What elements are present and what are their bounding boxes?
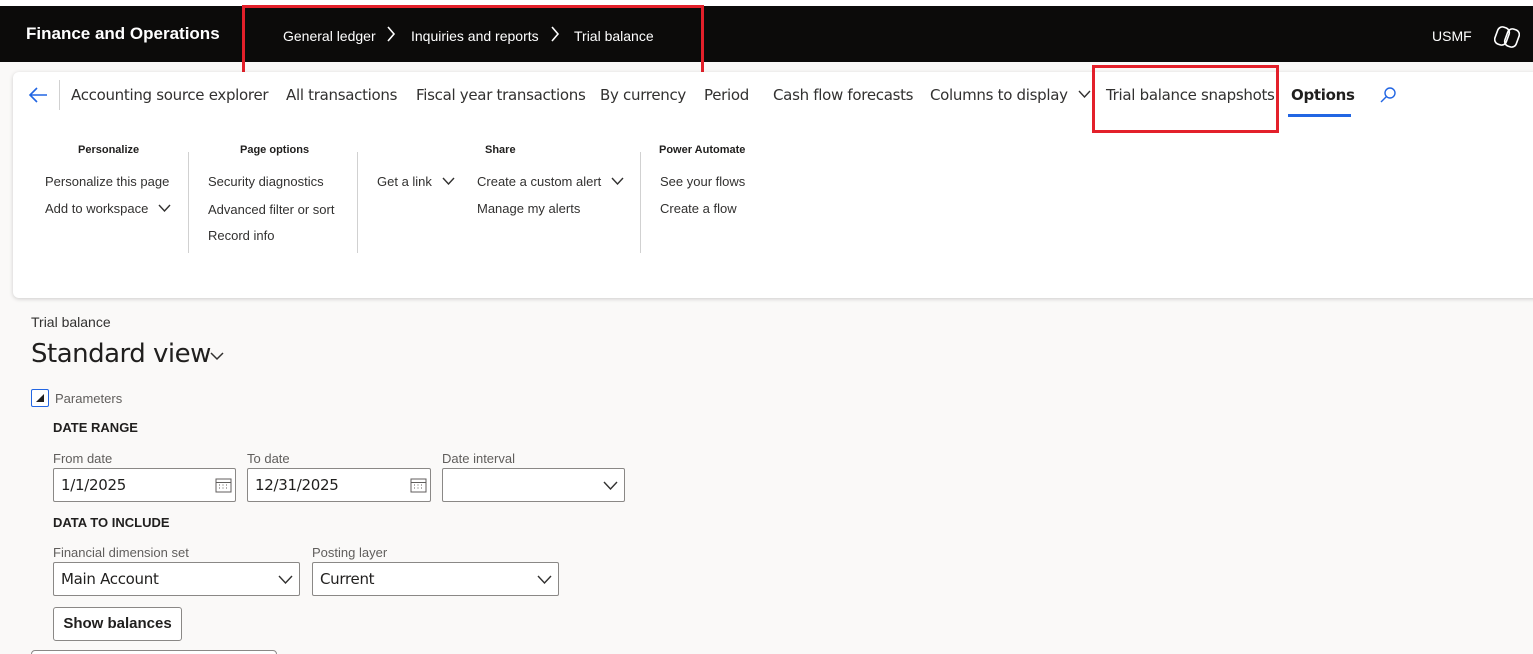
posting-layer-value: Current [320,570,375,588]
chevron-down-icon [1078,90,1091,98]
tab-columns-to-display[interactable]: Columns to display [930,86,1091,104]
active-tab-indicator [1288,114,1351,117]
manage-my-alerts[interactable]: Manage my alerts [477,201,580,216]
tab-period[interactable]: Period [704,86,749,104]
chevron-down-icon [442,177,455,186]
partial-control-edge [31,650,277,654]
action-pane: Accounting source explorer All transacti… [13,72,1533,298]
advanced-filter-or-sort[interactable]: Advanced filter or sort [208,202,334,217]
chevron-down-icon [611,177,624,186]
create-a-flow[interactable]: Create a flow [660,201,737,216]
from-date-label: From date [53,451,113,466]
from-date-field[interactable]: 1/1/2025 [53,468,236,502]
create-a-custom-alert-label: Create a custom alert [477,174,602,189]
chevron-right-icon [551,26,560,42]
group-separator [357,152,358,253]
group-separator [640,152,641,253]
company-picker[interactable]: USMF [1432,6,1472,66]
create-a-custom-alert[interactable]: Create a custom alert [477,174,624,189]
to-date-value: 12/31/2025 [255,476,339,494]
back-arrow-icon[interactable] [27,84,49,106]
tab-columns-to-display-label: Columns to display [930,86,1068,104]
group-title-share: Share [485,144,516,156]
get-a-link-label: Get a link [377,174,432,189]
tab-fiscal-year-transactions[interactable]: Fiscal year transactions [416,86,586,104]
chevron-right-icon [387,26,396,42]
date-range-title: DATE RANGE [53,420,138,435]
group-separator [188,152,189,253]
tab-trial-balance-snapshots[interactable]: Trial balance snapshots [1106,86,1275,104]
get-a-link[interactable]: Get a link [377,174,455,189]
posting-layer-dropdown[interactable]: Current [312,562,559,596]
personalize-this-page[interactable]: Personalize this page [45,174,169,189]
from-date-value: 1/1/2025 [61,476,126,494]
group-title-personalize: Personalize [78,144,140,156]
chevron-down-icon [603,481,618,490]
date-interval-label: Date interval [442,451,515,466]
copilot-icon[interactable] [1494,24,1520,50]
financial-dimension-set-dropdown[interactable]: Main Account [53,562,300,596]
data-to-include-title: DATA TO INCLUDE [53,515,170,530]
group-title-page-options: Page options [240,144,310,156]
chevron-down-icon [537,575,552,584]
view-selector[interactable]: Standard view [31,339,211,369]
date-interval-dropdown[interactable] [442,468,625,502]
to-date-field[interactable]: 12/31/2025 [247,468,431,502]
chevron-down-icon [158,204,171,213]
breadcrumb-general-ledger[interactable]: General ledger [283,6,376,62]
tab-cash-flow-forecasts[interactable]: Cash flow forecasts [773,86,914,104]
tab-options[interactable]: Options [1291,86,1355,104]
posting-layer-label: Posting layer [312,545,388,560]
breadcrumb-trial-balance[interactable]: Trial balance [574,6,654,62]
calendar-icon[interactable] [410,477,427,493]
add-to-workspace[interactable]: Add to workspace [45,201,171,216]
tab-by-currency[interactable]: By currency [600,86,686,104]
tab-all-transactions[interactable]: All transactions [286,86,397,104]
financial-dimension-set-label: Financial dimension set [53,545,189,560]
add-to-workspace-label: Add to workspace [45,201,149,216]
page-caption: Trial balance [31,314,111,330]
app-title[interactable]: Finance and Operations [26,6,220,62]
breadcrumb-inquiries-and-reports[interactable]: Inquiries and reports [411,6,539,62]
security-diagnostics[interactable]: Security diagnostics [208,174,324,189]
collapse-triangle-icon[interactable] [31,389,49,407]
search-icon[interactable] [1379,86,1397,104]
to-date-label: To date [247,451,290,466]
financial-dimension-set-value: Main Account [61,570,159,588]
tab-accounting-source-explorer[interactable]: Accounting source explorer [71,86,269,104]
calendar-icon[interactable] [215,477,232,493]
navigation-bar: Finance and Operations General ledger In… [0,6,1533,62]
parameters-label[interactable]: Parameters [55,391,122,406]
see-your-flows[interactable]: See your flows [660,174,745,189]
chevron-down-icon[interactable] [210,352,224,361]
tab-divider [59,80,60,110]
record-info[interactable]: Record info [208,228,274,243]
group-title-power-automate: Power Automate [659,144,746,156]
chevron-down-icon [278,575,293,584]
show-balances-button[interactable]: Show balances [53,607,182,641]
